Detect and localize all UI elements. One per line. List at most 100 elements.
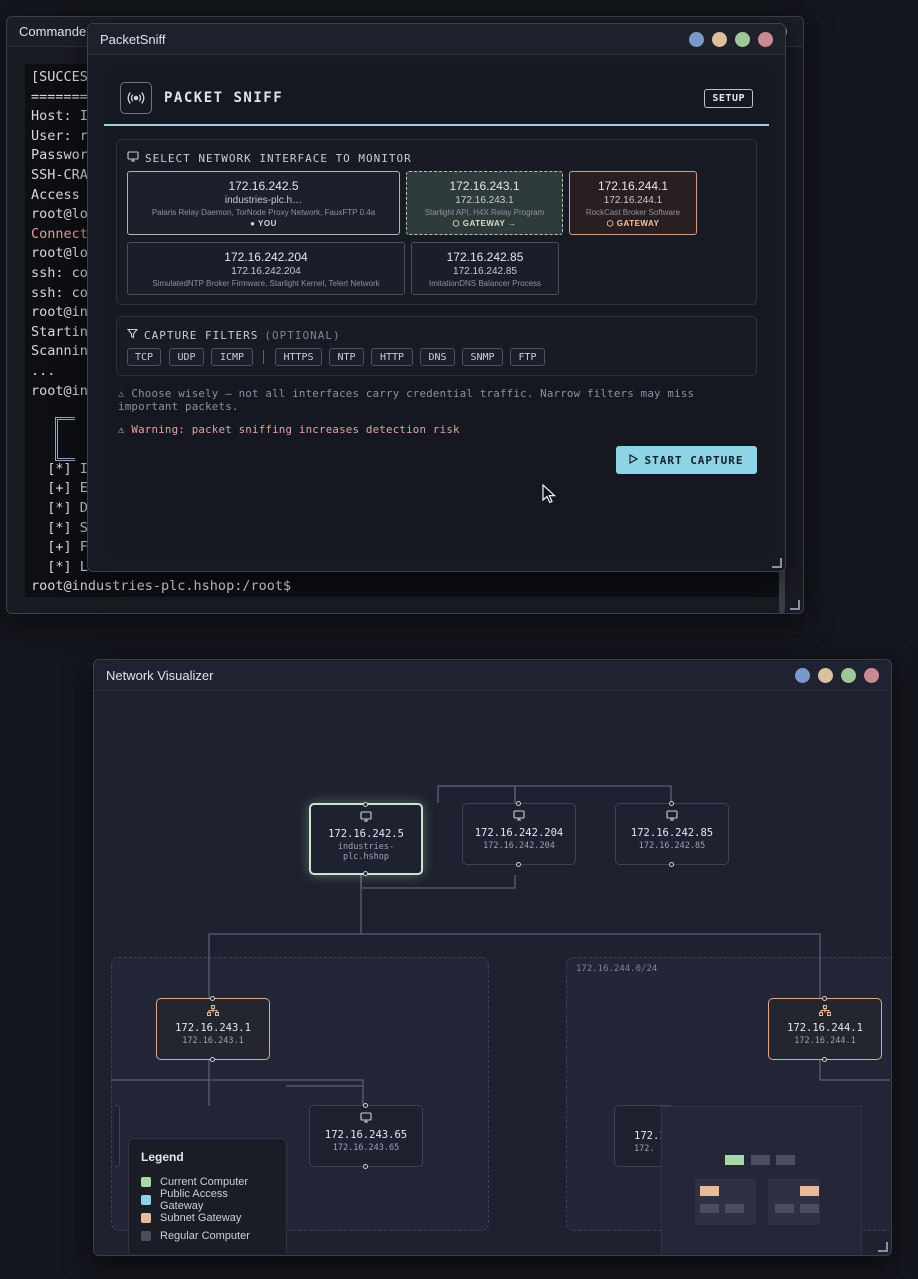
packetsniff-window-title: PacketSniff (100, 31, 166, 47)
legend-label: Public Access Gateway (159, 1188, 228, 1212)
interface-ip: 172.16.242.204 (224, 250, 308, 264)
legend-swatch (141, 1213, 151, 1223)
legend-label: Regular Computer (160, 1230, 250, 1242)
filters-heading: CAPTURE FILTERS (OPTIONAL) (126, 328, 341, 342)
node-current-computer[interactable]: 172.16.242.5 industries-plc.hshop (309, 802, 423, 876)
monitor-icon (310, 1112, 422, 1126)
node-172-16-242-85[interactable]: 172.16.242.85 172.16.242.85 (615, 801, 729, 867)
minimap-gateway-node (700, 1186, 719, 1196)
minimap-current-node (725, 1155, 744, 1165)
interface-ip: 172.16.242.85 (446, 250, 524, 264)
interface-card-172-16-242-85[interactable]: 172.16.242.85 172.16.242.85 ImitationDNS… (411, 242, 559, 295)
monitor-icon (463, 810, 575, 824)
minimap[interactable] (661, 1106, 862, 1254)
interface-host: 172.16.242.204 (231, 266, 301, 277)
close-icon[interactable] (758, 31, 773, 47)
node-port (210, 1057, 215, 1062)
app-header: PACKET SNIFF SETUP (104, 71, 769, 126)
packetsniff-content: PACKET SNIFF SETUP SELECT NETWORK INTERF… (104, 71, 769, 553)
filters-optional-text: (OPTIONAL) (264, 328, 341, 342)
interface-host: 172.16.242.85 (453, 266, 517, 277)
node-port (669, 862, 674, 867)
interface-host: 172.16.243.1 (455, 195, 514, 206)
filter-chip-ftp[interactable]: FTP (510, 348, 545, 366)
node-gateway-172-16-244-1[interactable]: 172.16.244.1 172.16.244.1 (768, 996, 882, 1062)
node-partial-left[interactable] (114, 1105, 120, 1167)
filter-chip-tcp[interactable]: TCP (127, 348, 161, 366)
legend-label: Subnet Gateway (160, 1212, 242, 1224)
node-sub: 172.16.242.85 (638, 841, 706, 851)
legend-panel: Legend Current Computer Public Access Ga… (128, 1138, 287, 1254)
network-hierarchy-icon (769, 1005, 881, 1019)
filter-chip-https[interactable]: HTTPS (275, 348, 322, 366)
node-ip: 172.16.244.1 (787, 1022, 863, 1034)
start-capture-label: START CAPTURE (644, 453, 744, 467)
filter-chip-udp[interactable]: UDP (169, 348, 204, 366)
filter-chip-ntp[interactable]: NTP (329, 348, 364, 366)
node-172-16-243-65[interactable]: 172.16.243.65 172.16.243.65 (309, 1103, 423, 1169)
node-hostname: industries-plc.hshop (337, 842, 395, 862)
node-port (210, 996, 215, 1001)
node-port (363, 1103, 368, 1108)
node-ip: 172.16.242.85 (630, 827, 714, 839)
maximize-icon[interactable] (712, 31, 727, 47)
node-port (822, 996, 827, 1001)
node-port (363, 1164, 368, 1169)
start-capture-button[interactable]: START CAPTURE (616, 446, 757, 474)
minimize-icon[interactable] (689, 31, 704, 47)
interface-ip: 172.16.243.1 (449, 179, 520, 193)
close-icon[interactable] (864, 667, 879, 683)
packetsniff-titlebar[interactable]: PacketSniff (88, 24, 785, 55)
restore-icon[interactable] (841, 667, 856, 683)
filters-heading-text: CAPTURE FILTERS (144, 328, 259, 342)
legend-item-public-gateway: Public Access Gateway (141, 1188, 274, 1212)
minimap-node (700, 1204, 719, 1213)
interface-heading: SELECT NETWORK INTERFACE TO MONITOR (127, 151, 412, 165)
restore-icon[interactable] (735, 31, 750, 47)
filter-chip-icmp[interactable]: ICMP (211, 348, 253, 366)
maximize-icon[interactable] (818, 667, 833, 683)
node-sub: 172.16.244.1 (794, 1036, 856, 1046)
node-ip: 172.16.242.204 (474, 827, 564, 839)
minimap-node (751, 1155, 770, 1165)
interface-ip: 172.16.242.5 (228, 179, 299, 193)
node-port (822, 1057, 827, 1062)
netvis-window-title: Network Visualizer (106, 667, 214, 683)
gateway-badge: ⬡ GATEWAY (606, 219, 660, 228)
interface-card-172-16-242-204[interactable]: 172.16.242.204 172.16.242.204 SimulatedN… (127, 242, 405, 295)
filter-chip-dns[interactable]: DNS (420, 348, 455, 366)
node-port (363, 802, 368, 807)
legend-item-regular: Regular Computer (141, 1227, 274, 1245)
app-title: PACKET SNIFF (164, 89, 284, 106)
filter-chip-snmp[interactable]: SNMP (462, 348, 503, 366)
interface-services: Starlight API, H4X Relay Program (424, 208, 545, 217)
interface-card-172-16-242-5[interactable]: 172.16.242.5 industries-plc.h… Palaris R… (127, 171, 400, 235)
minimap-gateway-node (800, 1186, 819, 1196)
node-172-16-242-204[interactable]: 172.16.242.204 172.16.242.204 (462, 801, 576, 867)
legend-title: Legend (141, 1150, 184, 1164)
gateway-badge: ⬡ GATEWAY → (452, 219, 517, 228)
resize-grip-icon[interactable] (790, 600, 800, 610)
play-icon (629, 453, 639, 467)
node-gateway-172-16-243-1[interactable]: 172.16.243.1 172.16.243.1 (156, 996, 270, 1062)
monitor-icon (127, 151, 139, 165)
legend-swatch (141, 1177, 151, 1187)
interface-services: Palaris Relay Daemon, TorNode Proxy Netw… (151, 208, 376, 217)
minimap-node (800, 1204, 819, 1213)
minimize-icon[interactable] (795, 667, 810, 683)
packetsniff-window[interactable]: PacketSniff PACKET SNIFF SETUP SELECT NE… (87, 23, 786, 572)
interface-ip: 172.16.244.1 (597, 179, 669, 193)
interface-card-172-16-244-1[interactable]: 172.16.244.1 172.16.244.1 RockCast Broke… (569, 171, 697, 235)
legend-swatch (141, 1195, 151, 1205)
network-visualizer-window[interactable]: Network Visualizer 172.16.244.0/24 172.1… (93, 659, 892, 1256)
resize-grip-icon[interactable] (772, 558, 782, 568)
interface-card-172-16-243-1[interactable]: 172.16.243.1 172.16.243.1 Starlight API,… (406, 171, 563, 235)
node-ip: 172.16.243.65 (324, 1129, 408, 1141)
resize-grip-icon[interactable] (878, 1242, 888, 1252)
you-badge: ● YOU (250, 219, 277, 228)
netvis-titlebar[interactable]: Network Visualizer (94, 660, 891, 691)
filter-chip-http[interactable]: HTTP (371, 348, 413, 366)
network-canvas[interactable]: 172.16.244.0/24 172.16.242.5 industries-… (95, 691, 890, 1254)
node-sub: 172.16.242.204 (483, 841, 555, 851)
setup-button[interactable]: SETUP (704, 89, 753, 108)
